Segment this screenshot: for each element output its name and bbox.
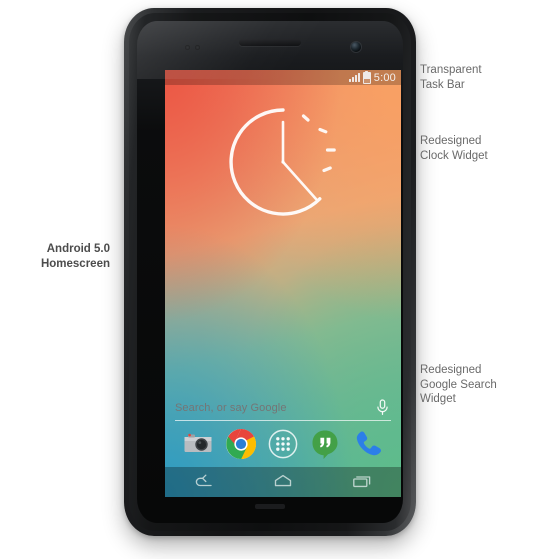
battery-icon	[362, 70, 371, 84]
app-dock[interactable]	[165, 423, 401, 465]
hangouts-glyph	[312, 430, 338, 459]
annotation-transparent-task-bar: Transparent Task Bar	[420, 64, 482, 91]
phone-chin	[255, 504, 285, 509]
home-nav-icon[interactable]	[270, 472, 296, 492]
google-search-widget[interactable]	[175, 395, 391, 421]
camera-glyph	[184, 433, 212, 452]
annotation-redesigned-google-search-widget: Redesigned Google Search Widget	[420, 364, 497, 405]
microphone-icon[interactable]	[376, 399, 389, 416]
app-drawer-glyph	[268, 429, 298, 459]
annotation-homescreen-title: Android 5.0 Homescreen	[40, 243, 110, 270]
front-camera-icon	[351, 42, 361, 52]
chrome-glyph	[225, 429, 256, 459]
clock-face-svg	[229, 108, 336, 216]
earpiece-speaker-grille	[239, 39, 301, 46]
signal-bars-icon	[348, 73, 360, 82]
camera-app-icon[interactable]	[182, 428, 214, 460]
status-bar-clock: 5:00	[373, 71, 396, 84]
annotation-redesigned-clock-widget: Redesigned Clock Widget	[420, 135, 488, 162]
phone-front-glass: 5:00	[137, 21, 403, 523]
phone-device: 5:00	[122, 6, 418, 538]
phone-handset-glyph	[356, 431, 381, 456]
back-nav-icon[interactable]	[191, 472, 217, 492]
search-input[interactable]	[175, 401, 376, 414]
chrome-app-icon[interactable]	[225, 428, 257, 460]
phone-bezel: 5:00	[129, 13, 411, 531]
recents-nav-icon[interactable]	[349, 472, 375, 492]
app-drawer-icon[interactable]	[267, 428, 299, 460]
status-bar[interactable]: 5:00	[165, 70, 401, 85]
analog-clock-widget[interactable]	[217, 96, 349, 228]
phone-app-icon[interactable]	[352, 428, 384, 460]
hangouts-app-icon[interactable]	[309, 428, 341, 460]
navigation-bar[interactable]	[165, 467, 401, 497]
proximity-sensor-dots	[185, 45, 200, 50]
phone-screen[interactable]: 5:00	[165, 70, 401, 497]
